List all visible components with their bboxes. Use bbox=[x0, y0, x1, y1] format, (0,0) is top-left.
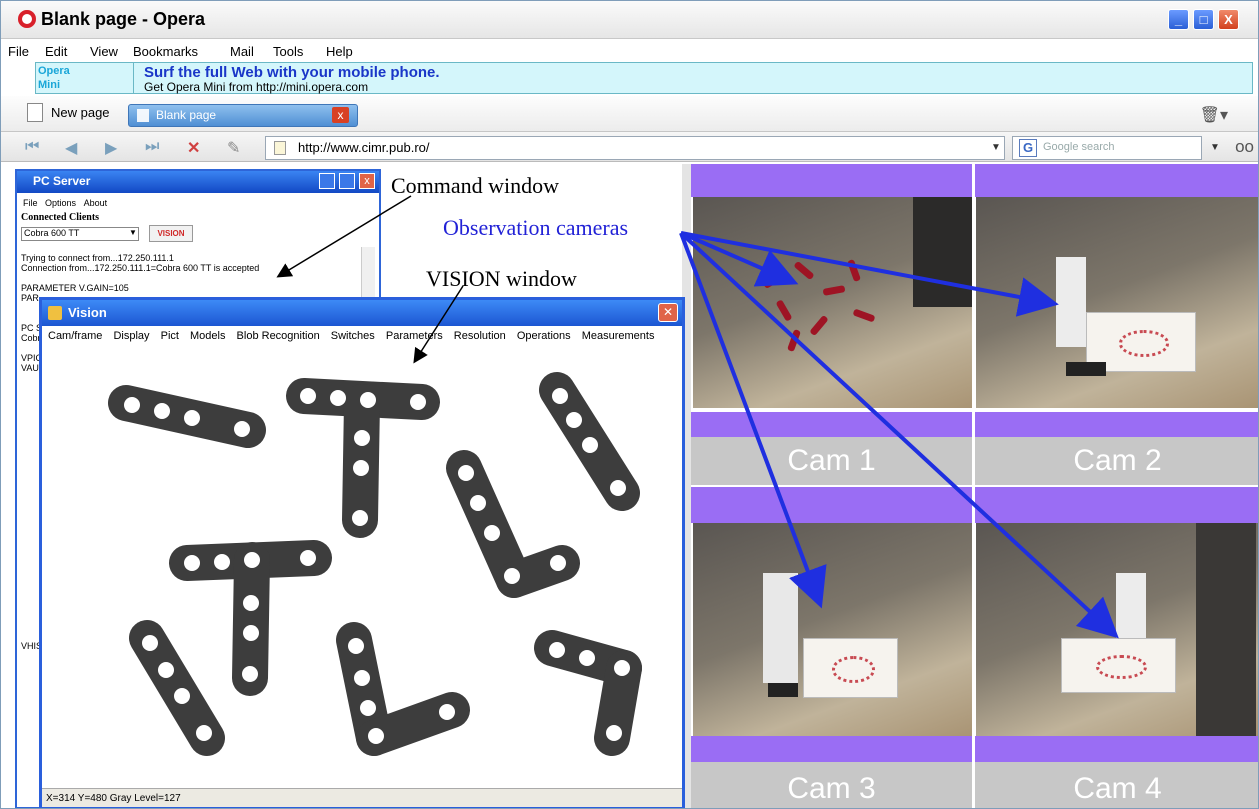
camera-grid: Cam 1 Cam 2 Cam 3 Cam 4 bbox=[691, 164, 1258, 808]
vision-close-icon[interactable]: ✕ bbox=[658, 303, 678, 322]
pc-menu-about[interactable]: About bbox=[84, 198, 108, 208]
menu-help[interactable]: Help bbox=[326, 44, 353, 59]
log-line: PARAMETER V.GAIN=105 bbox=[21, 283, 129, 293]
page-icon bbox=[137, 109, 149, 122]
vision-menu-switches[interactable]: Switches bbox=[331, 330, 375, 342]
menu-bookmarks[interactable]: Bookmarks bbox=[133, 44, 198, 59]
camera-divider bbox=[691, 485, 1258, 487]
vision-button[interactable]: VISION bbox=[149, 225, 193, 242]
menu-view[interactable]: View bbox=[90, 44, 118, 59]
cam4-label: Cam 4 bbox=[975, 762, 1258, 808]
cam3-feed[interactable] bbox=[693, 523, 972, 736]
pc-maximize-icon[interactable] bbox=[339, 173, 355, 189]
tab-label: Blank page bbox=[156, 108, 217, 122]
pc-menu-options[interactable]: Options bbox=[45, 198, 76, 208]
connected-clients-label: Connected Clients bbox=[21, 212, 100, 223]
vision-menu-models[interactable]: Models bbox=[190, 330, 225, 342]
cam2-feed[interactable] bbox=[976, 197, 1258, 408]
fast-forward-icon[interactable]: ⏭ bbox=[145, 138, 159, 156]
stop-icon[interactable]: ✕ bbox=[187, 138, 200, 158]
vision-app-icon bbox=[48, 306, 62, 320]
observation-cameras-annotation: Observation cameras bbox=[443, 215, 629, 240]
command-window-annotation: Command window bbox=[391, 173, 560, 198]
menu-mail[interactable]: Mail bbox=[230, 44, 254, 59]
vision-menu-resolution[interactable]: Resolution bbox=[454, 330, 506, 342]
opera-mini-brand: Opera Mini bbox=[38, 64, 132, 92]
address-dropdown-icon[interactable]: ▼ bbox=[988, 137, 1004, 159]
cam1-feed[interactable] bbox=[693, 197, 972, 408]
banner-subline[interactable]: Get Opera Mini from http://mini.opera.co… bbox=[144, 80, 368, 94]
log-line: Trying to connect from...172.250.111.1 bbox=[21, 253, 174, 263]
vision-menu-pict[interactable]: Pict bbox=[161, 330, 179, 342]
cam3-label: Cam 3 bbox=[691, 762, 972, 808]
part-t-stem bbox=[232, 542, 270, 696]
log-line: Connection from...172.250.111.1=Cobra 60… bbox=[21, 263, 260, 273]
vision-menu-measurements[interactable]: Measurements bbox=[582, 330, 655, 342]
google-icon: G bbox=[1019, 139, 1037, 157]
vision-window: Vision ✕ Cam/frame Display Pict Models B… bbox=[39, 297, 685, 808]
edit-icon[interactable]: ✎ bbox=[227, 138, 240, 158]
rewind-icon[interactable]: ⏮ bbox=[25, 138, 39, 156]
trash-icon[interactable]: 🗑▾ bbox=[1200, 105, 1228, 125]
menu-edit[interactable]: Edit bbox=[45, 44, 67, 59]
minimize-button[interactable]: _ bbox=[1168, 9, 1189, 30]
menu-file[interactable]: File bbox=[8, 44, 29, 59]
opera-logo-icon bbox=[18, 10, 36, 28]
vision-image[interactable] bbox=[42, 348, 682, 788]
new-page-button[interactable]: New page bbox=[51, 105, 110, 120]
pc-menu-file[interactable]: File bbox=[23, 198, 38, 208]
cam4-feed[interactable] bbox=[976, 523, 1258, 736]
menu-tools[interactable]: Tools bbox=[273, 44, 303, 59]
pc-server-menu: File Options About bbox=[23, 198, 107, 208]
vision-window-annotation: VISION window bbox=[426, 266, 577, 291]
brand-line-2: Mini bbox=[38, 79, 60, 91]
vision-titlebar: Vision ✕ bbox=[42, 300, 682, 326]
part-straight bbox=[129, 620, 225, 756]
maximize-button[interactable]: □ bbox=[1193, 9, 1214, 30]
banner-divider bbox=[133, 63, 134, 93]
camera-band bbox=[691, 412, 1258, 437]
address-input[interactable]: http://www.cimr.pub.ro/ bbox=[298, 140, 430, 155]
tab-blank-page[interactable]: Blank page x bbox=[128, 104, 358, 127]
window-title: Blank page - Opera bbox=[41, 9, 206, 29]
title-bar: Blank page - Opera _ □ X bbox=[1, 1, 1258, 39]
address-bar[interactable]: http://www.cimr.pub.ro/ bbox=[265, 136, 1005, 160]
close-button[interactable]: X bbox=[1218, 9, 1239, 30]
search-input[interactable]: Google search bbox=[1043, 141, 1115, 153]
search-field[interactable]: G Google search bbox=[1012, 136, 1202, 160]
part-l-long bbox=[446, 450, 532, 598]
forward-icon[interactable]: ▶ bbox=[105, 138, 117, 158]
cam2-label: Cam 2 bbox=[975, 437, 1258, 485]
opera-mini-banner[interactable]: Opera Mini Surf the full Web with your m… bbox=[35, 62, 1253, 94]
screen: Blank page - Opera _ □ X File Edit View … bbox=[0, 0, 1259, 809]
cam1-label: Cam 1 bbox=[691, 437, 972, 485]
vision-status-bar: X=314 Y=480 Gray Level=127 bbox=[42, 788, 682, 807]
search-dropdown-icon[interactable]: ▼ bbox=[1207, 137, 1223, 159]
client-select-chevron-icon[interactable]: ▼ bbox=[129, 228, 137, 237]
back-icon[interactable]: ◀ bbox=[65, 138, 77, 158]
page-icon bbox=[274, 141, 286, 155]
pc-minimize-icon[interactable] bbox=[319, 173, 335, 189]
pc-server-titlebar: PC Server x bbox=[17, 171, 379, 193]
vision-menu-cam-frame[interactable]: Cam/frame bbox=[48, 330, 102, 342]
vision-menu-display[interactable]: Display bbox=[113, 330, 149, 342]
tab-close-icon[interactable]: x bbox=[332, 107, 349, 123]
client-select[interactable]: Cobra 600 TT bbox=[21, 227, 139, 241]
vision-menu-blob-recognition[interactable]: Blob Recognition bbox=[237, 330, 320, 342]
camera-band bbox=[691, 736, 1258, 762]
vision-menu: Cam/frame Display Pict Models Blob Recog… bbox=[48, 330, 662, 342]
new-page-icon[interactable] bbox=[27, 103, 43, 122]
vision-menu-parameters[interactable]: Parameters bbox=[386, 330, 443, 342]
brand-line-1: Opera bbox=[38, 65, 70, 77]
camera-band bbox=[691, 485, 1258, 523]
glasses-icon[interactable]: oo bbox=[1235, 137, 1254, 157]
menu-bar: File Edit View Bookmarks Mail Tools Help bbox=[1, 42, 1258, 62]
pc-close-icon[interactable]: x bbox=[359, 173, 375, 189]
vision-menu-operations[interactable]: Operations bbox=[517, 330, 571, 342]
pc-server-title: PC Server bbox=[33, 174, 91, 188]
camera-band bbox=[691, 164, 1258, 197]
vision-title: Vision bbox=[68, 305, 107, 320]
banner-headline[interactable]: Surf the full Web with your mobile phone… bbox=[144, 64, 440, 81]
